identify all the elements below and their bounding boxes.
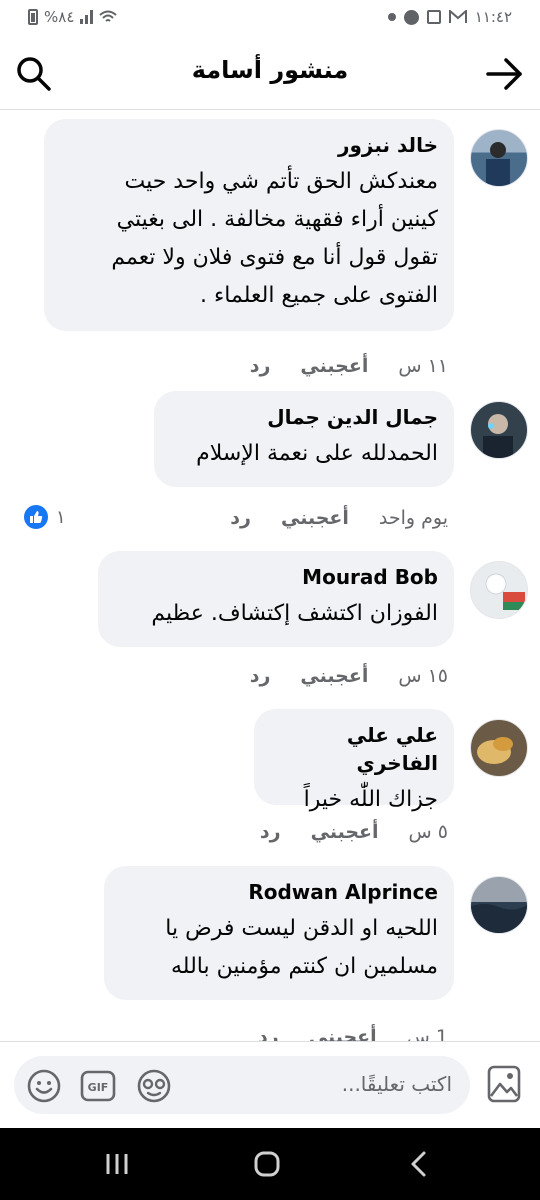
comment-input[interactable]: GIF اكتب تعليقًا... <box>14 1056 470 1114</box>
reaction-count[interactable]: ١ <box>24 505 66 529</box>
reply-button[interactable]: رد <box>250 355 271 377</box>
like-button[interactable]: أعجبني <box>300 355 368 377</box>
reaction-count-value: ١ <box>56 506 66 528</box>
clock: ١١:٤٢ <box>474 8 512 26</box>
comment-text-line: الحمدلله على نعمة الإسلام <box>196 441 438 466</box>
comment-composer: GIF اكتب تعليقًا... <box>0 1041 540 1128</box>
comment-time: ٥ س <box>408 821 448 843</box>
battery-icon <box>28 9 38 25</box>
comment-text-line: الفوزان اكتشف إكتشاف. عظيم <box>151 601 438 626</box>
system-nav-bar <box>0 1128 540 1200</box>
comment-bubble[interactable]: جمال الدين جمال الحمدلله على نعمة الإسلا… <box>154 391 454 487</box>
like-button[interactable]: أعجبني <box>309 1026 377 1041</box>
gmail-icon <box>448 10 467 23</box>
avatar-image <box>477 737 513 764</box>
comment-actions: يوم واحد أعجبني رد <box>230 507 448 529</box>
page-title: منشور أسامة <box>191 56 349 84</box>
notification-dot-icon <box>387 13 396 21</box>
avatar[interactable] <box>470 401 528 459</box>
comment-text-line: جزاك اللّٰه خيراً <box>303 787 438 812</box>
wifi-icon <box>99 10 118 22</box>
status-left: %٨٤ <box>28 8 118 26</box>
avatar[interactable] <box>470 129 528 187</box>
avatar[interactable] <box>470 876 528 934</box>
gallery-icon <box>426 10 441 24</box>
reply-button[interactable]: رد <box>258 1026 279 1041</box>
comment-text-line: معندكش الحق تأتم شي واحد حيت <box>124 169 438 194</box>
comment-actions: ١١ س أعجبني رد <box>250 355 448 377</box>
comment-bubble[interactable]: خالد نبزور معندكش الحق تأتم شي واحد حيت … <box>44 119 454 331</box>
comments-list: خالد نبزور معندكش الحق تأتم شي واحد حيت … <box>0 111 540 1041</box>
home-icon[interactable] <box>253 1150 281 1178</box>
comment-placeholder: اكتب تعليقًا... <box>341 1072 452 1096</box>
status-right: ١١:٤٢ <box>387 8 512 26</box>
avatar[interactable] <box>470 561 528 619</box>
back-arrow-icon[interactable] <box>484 54 526 94</box>
comment-author[interactable]: Mourad Bob <box>116 563 438 591</box>
comment-bubble[interactable]: Mourad Bob الفوزان اكتشف إكتشاف. عظيم <box>98 551 454 647</box>
comment-author[interactable]: خالد نبزور <box>62 131 438 159</box>
avatar-sticker-icon[interactable] <box>136 1068 172 1104</box>
reply-button[interactable]: رد <box>250 665 271 687</box>
avatar[interactable] <box>470 719 528 777</box>
comment-actions: 1 س أعجبني رد <box>258 1026 448 1041</box>
comment-time: ١١ س <box>398 355 448 377</box>
avatar-image <box>486 142 510 186</box>
comment-text-line: اللحيه او الدقن ليست فرض يا <box>165 916 438 941</box>
like-button[interactable]: أعجبني <box>300 665 368 687</box>
status-bar: %٨٤ ١١:٤٢ <box>0 0 540 38</box>
comment-item: جمال الدين جمال الحمدلله على نعمة الإسلا… <box>12 391 528 541</box>
comment-text-line: تقول قول أنا مع فتوى فلان ولا تعمم <box>111 245 438 270</box>
avatar-image <box>483 414 513 458</box>
page-header: منشور أسامة <box>0 38 540 110</box>
comment-item: خالد نبزور معندكش الحق تأتم شي واحد حيت … <box>12 119 528 379</box>
avatar-image <box>485 573 525 610</box>
like-reaction-icon <box>24 505 48 529</box>
comment-time: يوم واحد <box>378 507 448 529</box>
comment-actions: ١٥ س أعجبني رد <box>250 665 448 687</box>
comment-item: Mourad Bob الفوزان اكتشف إكتشاف. عظيم ١٥… <box>12 551 528 701</box>
photo-icon[interactable] <box>486 1064 522 1104</box>
comment-time: 1 س <box>406 1026 448 1041</box>
comment-item: علي علي الفاخري جزاك اللّٰه خيراً ٥ س أع… <box>12 709 528 859</box>
reply-button[interactable]: رد <box>260 821 281 843</box>
avatar-image <box>471 904 527 933</box>
reply-button[interactable]: رد <box>230 507 251 529</box>
signal-icon <box>80 10 94 24</box>
like-button[interactable]: أعجبني <box>281 507 349 529</box>
comment-item: Rodwan Alprince اللحيه او الدقن ليست فرض… <box>12 866 528 1041</box>
recent-apps-icon[interactable] <box>104 1150 130 1178</box>
like-button[interactable]: أعجبني <box>311 821 379 843</box>
comment-text-line: كينين أراء فقهية مخالفة . الى بغيتي <box>116 207 438 232</box>
comment-actions: ٥ س أعجبني رد <box>260 821 448 843</box>
comment-author[interactable]: Rodwan Alprince <box>122 878 438 906</box>
comment-bubble[interactable]: علي علي الفاخري جزاك اللّٰه خيراً <box>254 709 454 812</box>
pinterest-icon <box>403 9 419 25</box>
comment-author[interactable]: جمال الدين جمال <box>172 403 438 431</box>
comment-time: ١٥ س <box>398 665 448 687</box>
comment-bubble[interactable]: Rodwan Alprince اللحيه او الدقن ليست فرض… <box>104 866 454 1000</box>
svg-text:GIF: GIF <box>88 1081 109 1094</box>
gif-icon[interactable]: GIF <box>80 1068 116 1104</box>
back-nav-icon[interactable] <box>408 1150 430 1178</box>
emoji-icon[interactable] <box>26 1068 62 1104</box>
battery-level: %٨٤ <box>44 8 75 26</box>
comment-text-line: مسلمين ان كنتم مؤمنين بالله <box>171 954 438 979</box>
comment-author[interactable]: علي علي الفاخري <box>272 721 438 777</box>
comment-text-line: الفتوى على جميع العلماء . <box>199 283 438 308</box>
